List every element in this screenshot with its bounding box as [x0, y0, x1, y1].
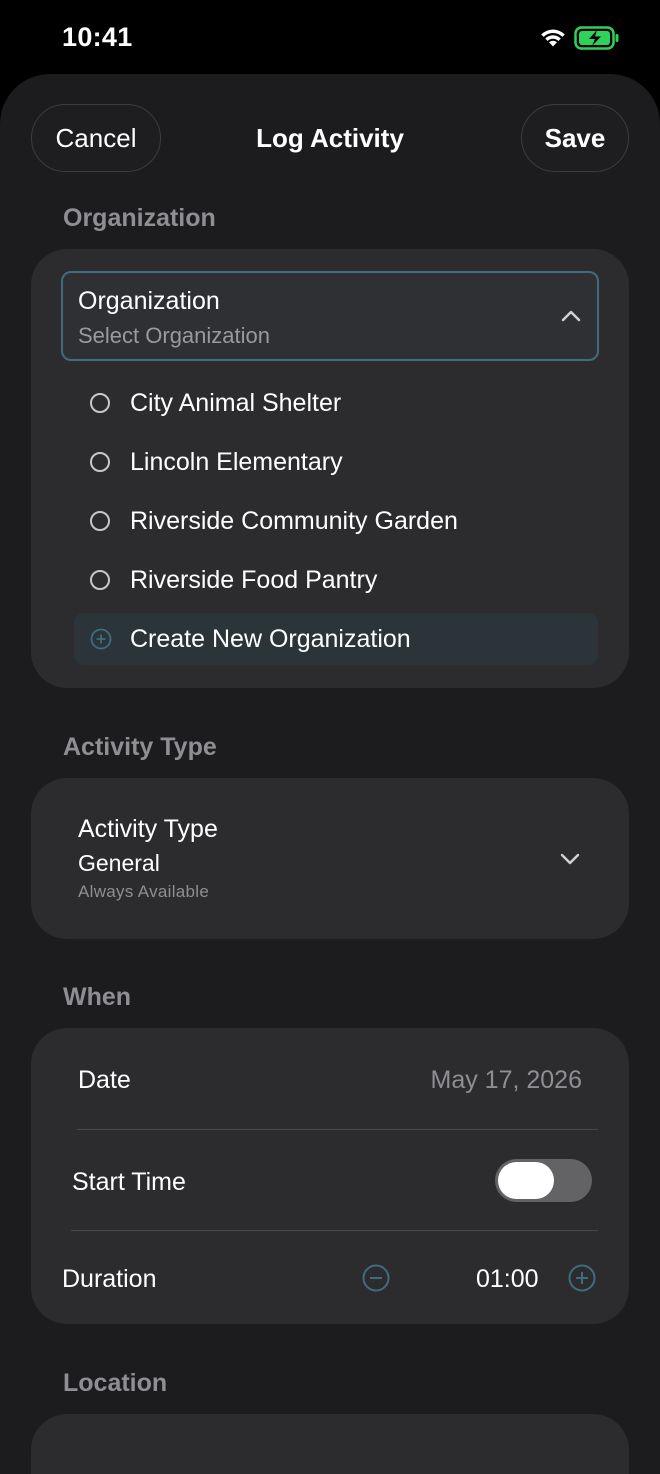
- divider: [71, 1230, 598, 1231]
- option-label: Riverside Community Garden: [130, 507, 458, 535]
- log-activity-sheet: Cancel Log Activity Save Organization Or…: [0, 74, 660, 1474]
- organization-option[interactable]: City Animal Shelter: [74, 377, 598, 429]
- status-bar: 10:41: [0, 0, 660, 74]
- option-label: Riverside Food Pantry: [130, 566, 378, 594]
- toggle-knob: [498, 1162, 554, 1199]
- option-label: City Animal Shelter: [130, 389, 342, 417]
- save-button[interactable]: Save: [521, 104, 629, 172]
- activity-type-section-header: Activity Type: [63, 733, 217, 761]
- duration-label: Duration: [62, 1265, 157, 1293]
- organization-placeholder: Select Organization: [78, 323, 270, 348]
- radio-icon: [90, 393, 110, 413]
- create-organization-label: Create New Organization: [130, 625, 411, 653]
- plus-circle-icon[interactable]: [568, 1264, 596, 1292]
- plus-circle-icon: [90, 628, 112, 650]
- minus-circle-icon[interactable]: [362, 1264, 390, 1292]
- divider: [77, 1129, 598, 1130]
- location-section-header: Location: [63, 1369, 168, 1397]
- activity-type-card[interactable]: Activity Type General Always Available: [31, 778, 629, 939]
- duration-value: 01:00: [476, 1265, 539, 1293]
- location-card: [31, 1414, 629, 1474]
- organization-option[interactable]: Riverside Food Pantry: [74, 554, 598, 606]
- create-organization-button[interactable]: Create New Organization: [74, 613, 598, 665]
- organization-field-label: Organization: [78, 287, 220, 315]
- date-value[interactable]: May 17, 2026: [431, 1066, 583, 1095]
- activity-type-value: General: [78, 850, 160, 876]
- activity-type-subtitle: Always Available: [78, 882, 210, 901]
- status-time: 10:41: [62, 22, 133, 52]
- start-time-toggle[interactable]: [495, 1159, 592, 1202]
- start-time-label: Start Time: [72, 1168, 186, 1196]
- wifi-icon: [541, 29, 565, 47]
- radio-icon: [90, 511, 110, 531]
- activity-type-field-label: Activity Type: [78, 815, 218, 843]
- organization-option[interactable]: Lincoln Elementary: [74, 436, 598, 488]
- organization-dropdown[interactable]: Organization Select Organization: [61, 271, 599, 361]
- battery-charging-icon: [574, 26, 619, 50]
- chevron-down-icon: [560, 853, 580, 865]
- chevron-up-icon: [561, 310, 581, 322]
- date-label: Date: [78, 1066, 131, 1094]
- when-section-header: When: [63, 983, 132, 1011]
- organization-card: Organization Select Organization City An…: [31, 249, 629, 688]
- when-card: Date May 17, 2026 Start Time Duration 01…: [31, 1028, 629, 1324]
- option-label: Lincoln Elementary: [130, 448, 343, 476]
- organization-section-header: Organization: [63, 204, 216, 232]
- organization-option[interactable]: Riverside Community Garden: [74, 495, 598, 547]
- radio-icon: [90, 570, 110, 590]
- radio-icon: [90, 452, 110, 472]
